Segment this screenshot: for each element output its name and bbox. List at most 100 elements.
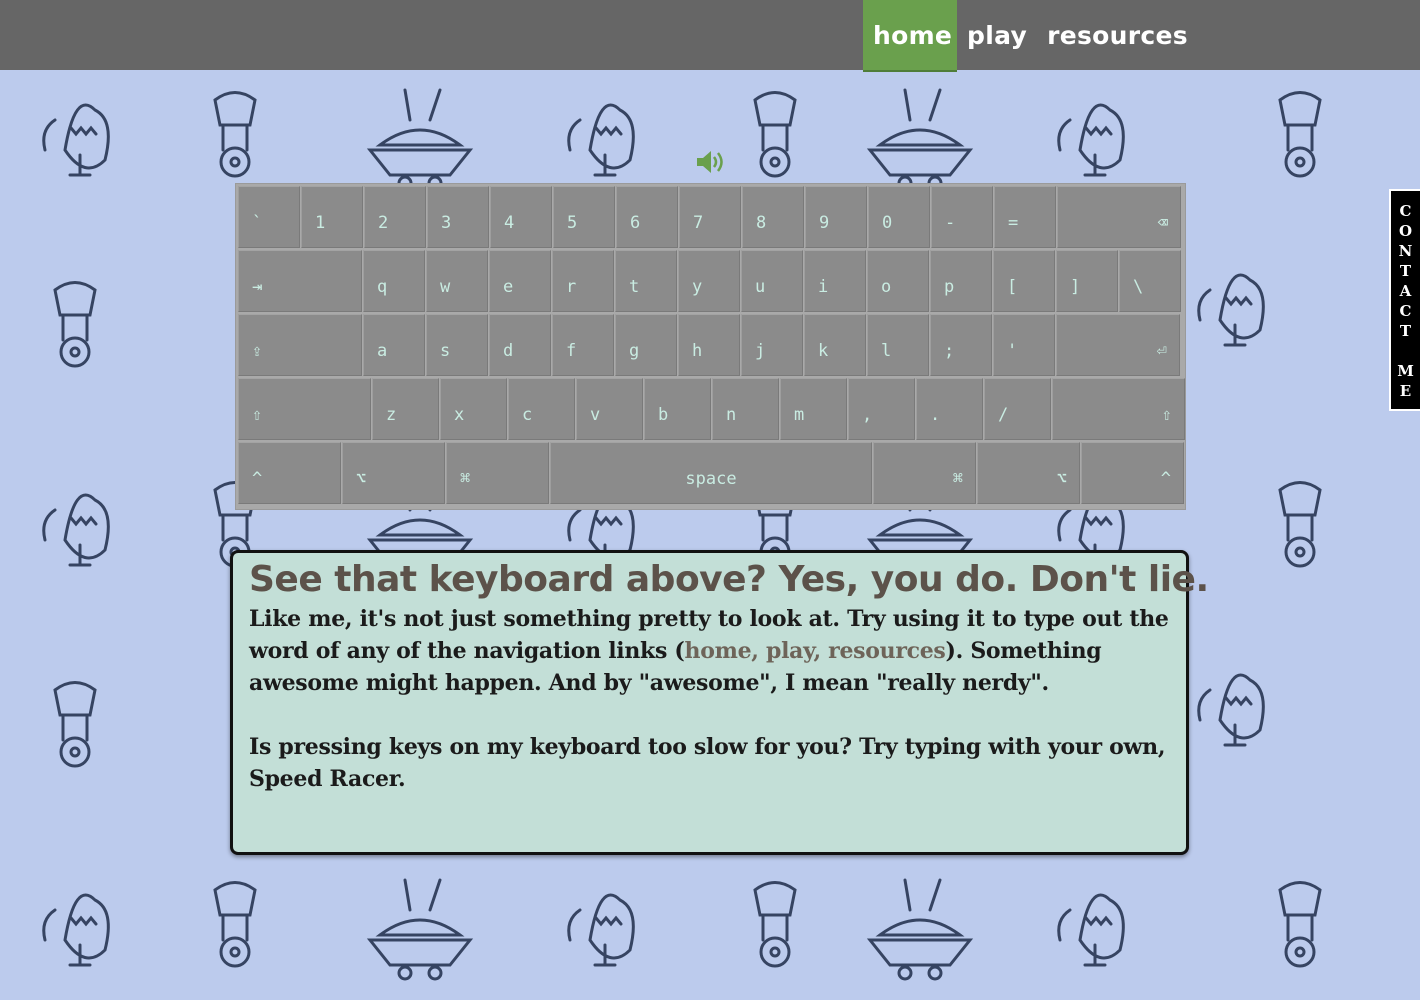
key-r2-2[interactable]: s bbox=[426, 314, 488, 376]
key-r3-5[interactable]: b bbox=[644, 378, 711, 440]
key-r1-5[interactable]: t bbox=[615, 250, 677, 312]
key-r3-6[interactable]: n bbox=[712, 378, 779, 440]
key-label: ⇧ bbox=[1161, 405, 1172, 425]
key-r3-3[interactable]: c bbox=[508, 378, 575, 440]
panel-heading: See that keyboard above? Yes, you do. Do… bbox=[249, 559, 1209, 600]
key-label: ⌥ bbox=[356, 469, 367, 489]
keyboard-row: ` 1 2 3 4 5 6 7 8 9 0 - = ⌫ bbox=[238, 186, 1182, 248]
key-r1-9[interactable]: o bbox=[867, 250, 929, 312]
key-r2-12[interactable]: ⏎ bbox=[1056, 314, 1180, 376]
key-r0-10[interactable]: 0 bbox=[868, 186, 930, 248]
key-r1-2[interactable]: w bbox=[426, 250, 488, 312]
key-r3-10[interactable]: / bbox=[984, 378, 1051, 440]
key-r0-6[interactable]: 6 bbox=[616, 186, 678, 248]
key-r0-5[interactable]: 5 bbox=[553, 186, 615, 248]
key-space[interactable]: space bbox=[550, 442, 872, 504]
key-r4-1[interactable]: ⌥ bbox=[342, 442, 445, 504]
key-label: [ bbox=[1007, 277, 1018, 297]
key-r0-12[interactable]: = bbox=[994, 186, 1056, 248]
key-r2-4[interactable]: f bbox=[552, 314, 614, 376]
key-r2-5[interactable]: g bbox=[615, 314, 677, 376]
key-r3-4[interactable]: v bbox=[576, 378, 643, 440]
panel-paragraph-1: Like me, it's not just something pretty … bbox=[249, 603, 1176, 699]
key-label: x bbox=[454, 405, 465, 425]
key-r0-8[interactable]: 8 bbox=[742, 186, 804, 248]
contact-letter: C bbox=[1399, 202, 1412, 220]
key-r3-0[interactable]: ⇧ bbox=[238, 378, 371, 440]
key-r3-11[interactable]: ⇧ bbox=[1052, 378, 1185, 440]
key-r1-0[interactable]: ⇥ bbox=[238, 250, 362, 312]
key-r3-9[interactable]: . bbox=[916, 378, 983, 440]
key-label: s bbox=[440, 341, 451, 361]
key-r4-4[interactable]: ⌘ bbox=[873, 442, 976, 504]
key-r3-8[interactable]: , bbox=[848, 378, 915, 440]
key-r4-2[interactable]: ⌘ bbox=[446, 442, 549, 504]
key-r1-3[interactable]: e bbox=[489, 250, 551, 312]
key-label: a bbox=[377, 341, 388, 361]
key-r4-5[interactable]: ⌥ bbox=[977, 442, 1080, 504]
key-r0-4[interactable]: 4 bbox=[490, 186, 552, 248]
key-label: ] bbox=[1070, 277, 1081, 297]
key-label: 7 bbox=[693, 213, 704, 233]
contact-letter: C bbox=[1399, 302, 1412, 320]
key-r1-7[interactable]: u bbox=[741, 250, 803, 312]
key-label: 4 bbox=[504, 213, 515, 233]
key-label: u bbox=[755, 277, 766, 297]
contact-letter: O bbox=[1398, 222, 1413, 240]
key-r1-4[interactable]: r bbox=[552, 250, 614, 312]
key-r1-6[interactable]: y bbox=[678, 250, 740, 312]
key-r0-3[interactable]: 3 bbox=[427, 186, 489, 248]
key-r0-9[interactable]: 9 bbox=[805, 186, 867, 248]
nav-resources[interactable]: resources bbox=[1037, 0, 1198, 70]
speaker-icon[interactable] bbox=[694, 148, 726, 176]
contact-letter: T bbox=[1399, 322, 1412, 340]
keyboard-row: ^ ⌥ ⌘ space ⌘ ⌥ ^ bbox=[238, 442, 1185, 504]
key-r2-11[interactable]: ' bbox=[993, 314, 1055, 376]
key-label: l bbox=[881, 341, 892, 361]
key-label: c bbox=[522, 405, 533, 425]
key-label: j bbox=[755, 341, 766, 361]
key-r2-8[interactable]: k bbox=[804, 314, 866, 376]
key-r4-0[interactable]: ^ bbox=[238, 442, 341, 504]
key-r1-12[interactable]: ] bbox=[1056, 250, 1118, 312]
key-r0-2[interactable]: 2 bbox=[364, 186, 426, 248]
nav-links-mention: home, play, resources bbox=[684, 638, 946, 664]
key-label: 6 bbox=[630, 213, 641, 233]
top-nav-bar: home play resources bbox=[0, 0, 1420, 70]
key-r1-13[interactable]: \ bbox=[1119, 250, 1181, 312]
virtual-keyboard: ` 1 2 3 4 5 6 7 8 9 0 - = ⌫ ⇥ q w e r t y u i o p [] \ ⇪ a s d f g h j k l; '… bbox=[235, 183, 1186, 510]
key-r2-10[interactable]: ; bbox=[930, 314, 992, 376]
key-label: 3 bbox=[441, 213, 452, 233]
key-label: ⇪ bbox=[252, 341, 263, 361]
key-r0-13[interactable]: ⌫ bbox=[1057, 186, 1181, 248]
key-r3-1[interactable]: z bbox=[372, 378, 439, 440]
key-r0-0[interactable]: ` bbox=[238, 186, 300, 248]
key-r2-6[interactable]: h bbox=[678, 314, 740, 376]
key-r2-9[interactable]: l bbox=[867, 314, 929, 376]
key-r1-8[interactable]: i bbox=[804, 250, 866, 312]
nav-play[interactable]: play bbox=[957, 0, 1037, 70]
key-label: . bbox=[930, 405, 941, 425]
key-r1-1[interactable]: q bbox=[363, 250, 425, 312]
key-r1-10[interactable]: p bbox=[930, 250, 992, 312]
key-r0-7[interactable]: 7 bbox=[679, 186, 741, 248]
key-r1-11[interactable]: [ bbox=[993, 250, 1055, 312]
contact-me-tab[interactable]: CONTACT ME bbox=[1389, 189, 1420, 411]
key-label: 0 bbox=[882, 213, 893, 233]
key-label: z bbox=[386, 405, 397, 425]
contact-letter: A bbox=[1399, 282, 1412, 300]
key-r3-2[interactable]: x bbox=[440, 378, 507, 440]
key-r4-6[interactable]: ^ bbox=[1081, 442, 1184, 504]
key-r2-7[interactable]: j bbox=[741, 314, 803, 376]
key-label: - bbox=[945, 213, 956, 233]
key-r2-1[interactable]: a bbox=[363, 314, 425, 376]
contact-letter: N bbox=[1398, 242, 1413, 260]
key-r2-0[interactable]: ⇪ bbox=[238, 314, 362, 376]
key-r0-11[interactable]: - bbox=[931, 186, 993, 248]
key-r3-7[interactable]: m bbox=[780, 378, 847, 440]
key-r2-3[interactable]: d bbox=[489, 314, 551, 376]
key-r0-1[interactable]: 1 bbox=[301, 186, 363, 248]
key-label: / bbox=[998, 405, 1009, 425]
keyboard-row: ⇧ z x c v b n m,. / ⇧ bbox=[238, 378, 1186, 440]
nav-home[interactable]: home bbox=[863, 0, 957, 70]
